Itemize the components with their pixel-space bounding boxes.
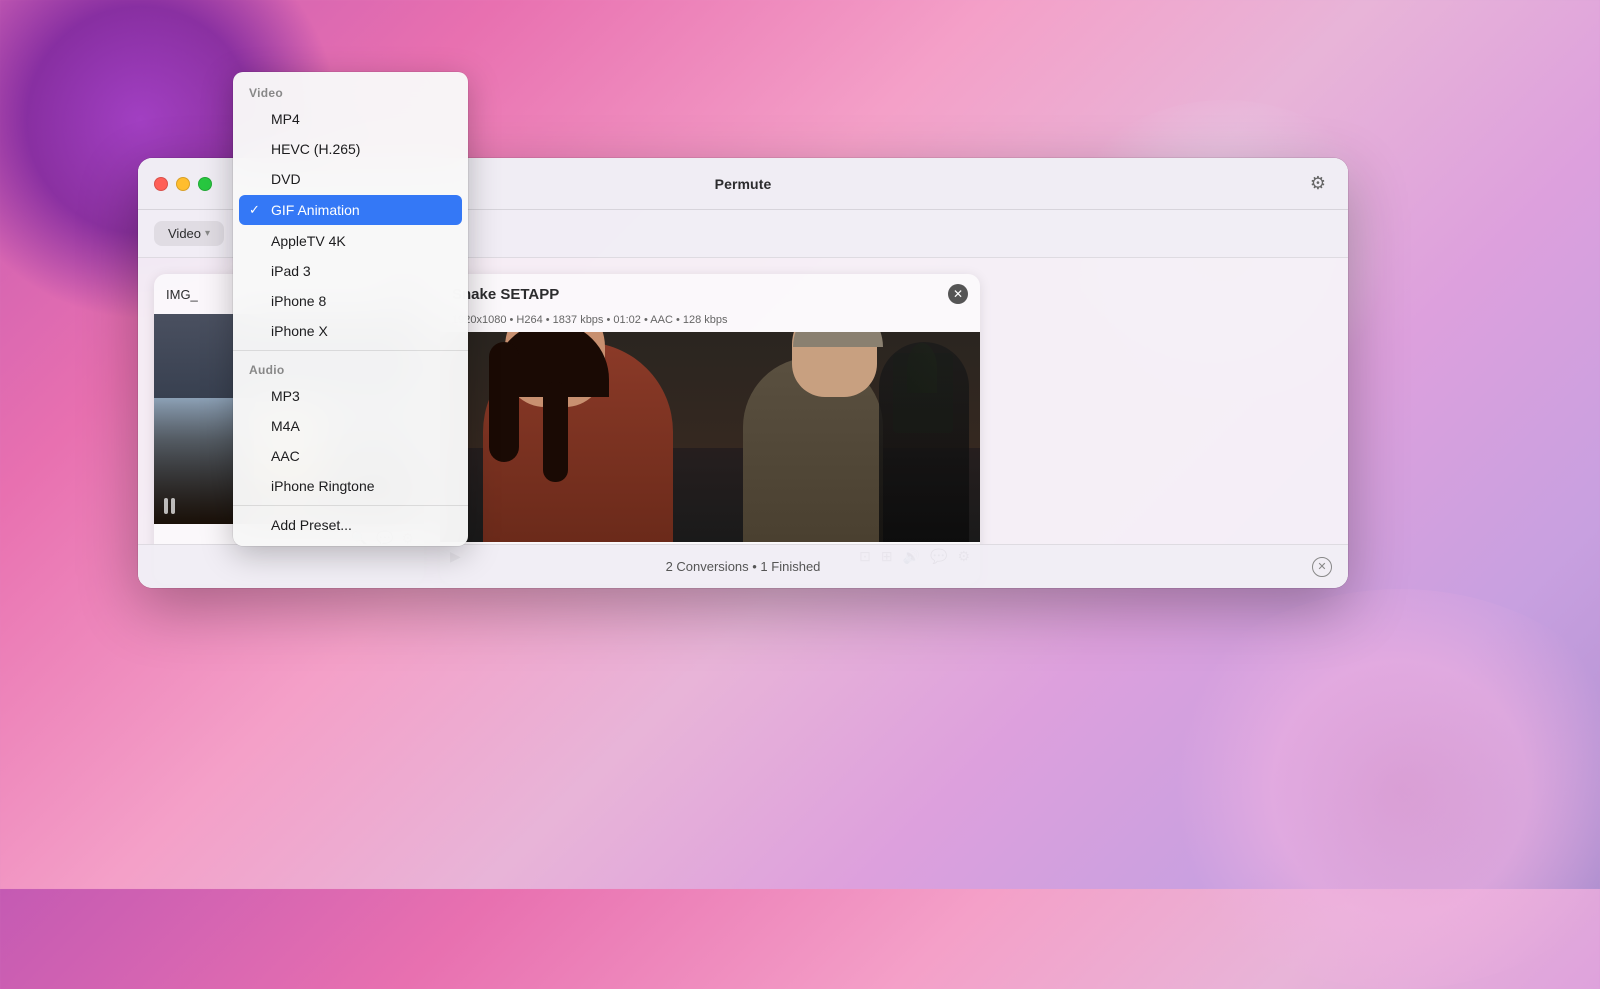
menu-label-mp3: MP3	[271, 388, 300, 404]
menu-label-mp4: MP4	[271, 111, 300, 127]
status-bar: 2 Conversions • 1 Finished ✕	[138, 544, 1348, 588]
menu-item-hevc[interactable]: HEVC (H.265)	[233, 134, 468, 164]
audio-section-header: Audio	[233, 355, 468, 381]
menu-item-mp3[interactable]: MP3	[233, 381, 468, 411]
menu-item-aac[interactable]: AAC	[233, 441, 468, 471]
menu-divider-2	[233, 505, 468, 506]
card-header-large: Snake SETAPP ✕	[440, 274, 980, 314]
chevron-down-icon: ▾	[205, 228, 210, 239]
close-button[interactable]	[154, 177, 168, 191]
menu-item-dvd[interactable]: DVD	[233, 164, 468, 194]
status-close-button[interactable]: ✕	[1312, 557, 1332, 577]
card-meta: 1920x1080 • H264 • 1837 kbps • 01:02 • A…	[440, 314, 980, 332]
menu-label-appletv: AppleTV 4K	[271, 233, 346, 249]
menu-label-iphonex: iPhone X	[271, 323, 328, 339]
window-title: Permute	[715, 176, 772, 192]
menu-label-ringtone: iPhone Ringtone	[271, 478, 375, 494]
menu-item-iphone8[interactable]: iPhone 8	[233, 286, 468, 316]
maximize-button[interactable]	[198, 177, 212, 191]
menu-label-m4a: M4A	[271, 418, 300, 434]
menu-label-aac: AAC	[271, 448, 300, 464]
menu-item-m4a[interactable]: M4A	[233, 411, 468, 441]
video-card-large: Snake SETAPP ✕ 1920x1080 • H264 • 1837 k…	[440, 274, 980, 584]
menu-item-ipad3[interactable]: iPad 3	[233, 256, 468, 286]
pause-icon	[164, 498, 175, 514]
menu-label-add-preset: Add Preset...	[271, 517, 352, 533]
menu-label-iphone8: iPhone 8	[271, 293, 326, 309]
menu-item-iphonex[interactable]: iPhone X	[233, 316, 468, 346]
card-title-large: Snake SETAPP	[452, 286, 940, 303]
menu-divider-1	[233, 350, 468, 351]
menu-label-dvd: DVD	[271, 171, 301, 187]
settings-icon[interactable]: ⚙	[1304, 170, 1332, 198]
menu-item-gif[interactable]: ✓ GIF Animation	[239, 195, 462, 225]
video-section-header: Video	[233, 78, 468, 104]
video-thumbnail-large	[440, 332, 980, 542]
traffic-lights	[154, 177, 212, 191]
menu-item-mp4[interactable]: MP4	[233, 104, 468, 134]
checkmark-gif: ✓	[249, 202, 265, 218]
menu-label-hevc: HEVC (H.265)	[271, 141, 360, 157]
close-icon-large: ✕	[953, 287, 963, 301]
status-text: 2 Conversions • 1 Finished	[666, 559, 821, 574]
menu-item-appletv[interactable]: AppleTV 4K	[233, 226, 468, 256]
format-selector-button[interactable]: Video ▾	[154, 221, 224, 246]
format-label: Video	[168, 226, 201, 241]
minimize-button[interactable]	[176, 177, 190, 191]
status-close-icon: ✕	[1317, 560, 1326, 573]
card-close-large[interactable]: ✕	[948, 284, 968, 304]
dropdown-menu: Video MP4 HEVC (H.265) DVD ✓ GIF Animati…	[233, 72, 468, 546]
menu-item-add-preset[interactable]: Add Preset...	[233, 510, 468, 540]
menu-item-ringtone[interactable]: iPhone Ringtone	[233, 471, 468, 501]
menu-label-gif: GIF Animation	[271, 202, 360, 218]
menu-label-ipad3: iPad 3	[271, 263, 311, 279]
